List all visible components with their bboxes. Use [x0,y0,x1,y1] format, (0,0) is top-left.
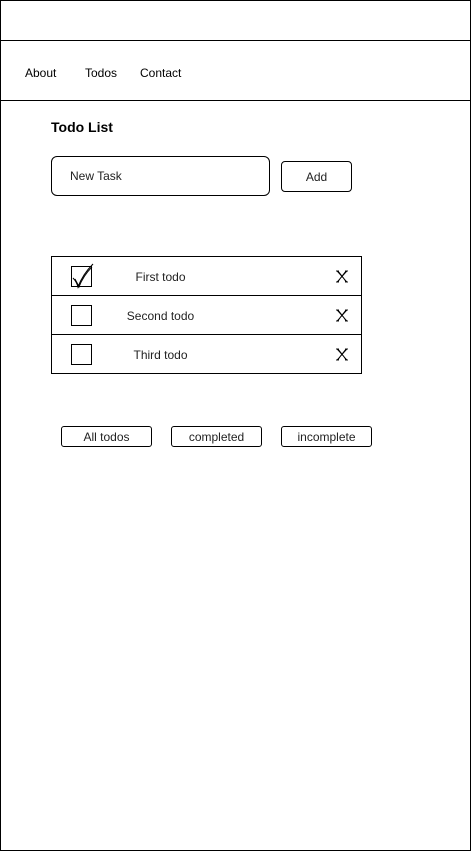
filter-incomplete-button[interactable]: incomplete [281,426,372,447]
todo-row: Second todo [51,295,362,335]
todo-checkbox[interactable] [71,305,92,326]
new-task-input[interactable] [51,156,270,196]
nav-link-contact[interactable]: Contact [140,66,181,80]
todo-list: First todo Second todo Third todo [51,256,362,374]
x-delete-icon[interactable] [336,309,348,322]
todo-checkbox[interactable] [71,344,92,365]
todo-checkbox[interactable] [71,263,94,289]
wireframe-frame: About Todos Contact Todo List Add First … [0,0,471,851]
nav-link-todos[interactable]: Todos [85,66,117,80]
todo-label: First todo [135,270,186,284]
todo-label: Third todo [133,348,188,362]
x-delete-icon[interactable] [336,348,348,361]
todo-row: First todo [51,256,362,296]
todo-label: Second todo [126,309,195,323]
filter-all-button[interactable]: All todos [61,426,152,447]
add-button[interactable]: Add [281,161,352,192]
nav-link-about[interactable]: About [25,66,56,80]
nav-bar: About Todos Contact [1,41,470,101]
todo-row: Third todo [51,334,362,374]
page-title: Todo List [51,119,113,135]
x-delete-icon[interactable] [336,270,348,283]
header-bar [1,1,470,41]
filter-completed-button[interactable]: completed [171,426,262,447]
checkmark-icon [72,263,94,289]
